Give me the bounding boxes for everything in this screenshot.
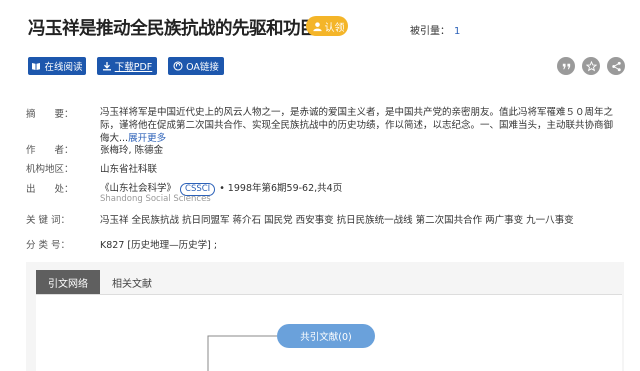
co-citation-node[interactable]: 共引文献(0) bbox=[277, 324, 375, 348]
network-connector bbox=[207, 335, 277, 371]
